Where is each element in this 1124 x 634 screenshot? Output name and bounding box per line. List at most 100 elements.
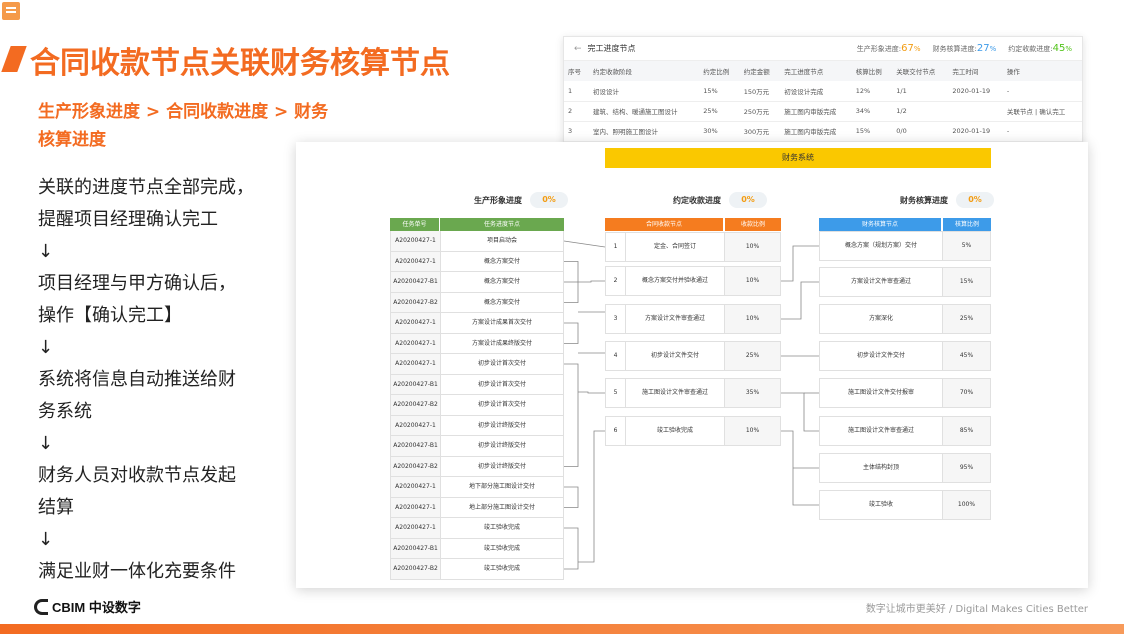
contract-node-row[interactable]: 6 竣工验收完成 10%: [605, 416, 781, 446]
contract-node: 竣工验收完成: [656, 427, 693, 434]
cell-calc: 15%: [851, 121, 893, 142]
production-node-row[interactable]: A20200427-B1 概念方案交付: [390, 272, 564, 293]
row-number: 4: [606, 342, 626, 370]
cell-date: [948, 101, 1003, 122]
finance-node-row[interactable]: 方案深化 25%: [819, 304, 991, 334]
production-node-row[interactable]: A20200427-1 地下部分施工图设计交付: [390, 477, 564, 498]
finance-node: 施工图设计文件交付报审: [847, 389, 914, 396]
task-number: A20200427-B2: [391, 456, 441, 476]
cell-stage[interactable]: 初设设计: [589, 81, 700, 102]
finance-node: 竣工验收: [868, 501, 893, 508]
finance-node: 方案设计文件审查通过: [850, 278, 911, 285]
finance-node: 概念方案（规划方案）交付: [844, 242, 917, 249]
production-node-table: 任务单号 任务进度节点 A20200427-1 项目启动会 A20200427-1 概念方…: [390, 218, 564, 580]
connector-line: [781, 281, 819, 320]
contract-node-row[interactable]: 4 初步设计文件交付 25%: [605, 341, 781, 371]
connector-line: [781, 245, 819, 282]
production-node-row[interactable]: A20200427-B1 初步设计首次交付: [390, 374, 564, 395]
finance-node-row[interactable]: 施工图设计文件审查通过 85%: [819, 416, 991, 446]
production-node-row[interactable]: A20200427-1 项目启动会: [390, 231, 564, 252]
finance-ratio: 85%: [942, 417, 990, 445]
contract-ratio: 10%: [724, 233, 780, 261]
column-header: 序号: [564, 61, 590, 81]
contract-node: 定金、合同签订: [653, 243, 696, 250]
contract-progress-badge: 0%: [729, 192, 767, 208]
finance-node-row[interactable]: 竣工验收 100%: [819, 490, 991, 520]
column-header: 收款比例: [725, 218, 781, 231]
back-arrow-icon[interactable]: ←: [574, 44, 582, 54]
production-node-row[interactable]: A20200427-B2 竣工验收完成: [390, 559, 564, 580]
finance-system-window: 财务系统 生产形象进度 0% 约定收款进度 0% 财务核算进度 0% 任务单号任…: [296, 142, 1088, 588]
task-node: 方案设计成果首次交付: [471, 319, 532, 326]
contract-progress-header: 约定收款进度 0%: [673, 192, 767, 208]
progress-label: 约定收款进度:: [1008, 45, 1053, 53]
production-node-row[interactable]: A20200427-B2 初步设计终版交付: [390, 456, 564, 477]
cell-op[interactable]: 关联节点 | 确认完工: [1002, 101, 1082, 122]
column-header: 操作: [1002, 61, 1082, 81]
contract-node-row[interactable]: 2 概念方案交付并验收通过 10%: [605, 266, 781, 296]
finance-node-row[interactable]: 主体结构封顶 95%: [819, 453, 991, 483]
production-node-row[interactable]: A20200427-B2 初步设计首次交付: [390, 395, 564, 416]
production-node-row[interactable]: A20200427-1 方案设计成果首次交付: [390, 313, 564, 334]
progress-unit: %: [913, 45, 921, 53]
flow-step: ↓: [38, 241, 54, 262]
task-node: 初步设计首次交付: [477, 380, 526, 388]
flow-steps: 关联的进度节点全部完成， 提醒项目经理确认完工 ↓ 项目经理与甲方确认后， 操作【确认完…: [38, 172, 288, 588]
task-node: 地下部分施工图设计交付: [468, 483, 535, 490]
task-node: 项目启动会: [486, 237, 517, 244]
cell-stage[interactable]: 建筑、结构、暖通施工图设计: [589, 101, 700, 122]
flow-step: 系统将信息自动推送给财: [38, 369, 236, 390]
production-node-row[interactable]: A20200427-B1 竣工验收完成: [390, 538, 564, 559]
task-node: 概念方案交付: [483, 257, 520, 265]
production-node-row[interactable]: A20200427-1 方案设计成果终版交付: [390, 333, 564, 354]
production-node-row[interactable]: A20200427-1 地上部分施工图设计交付: [390, 497, 564, 518]
progress-value: 45: [1052, 43, 1066, 54]
title-accent-mark: [1, 46, 27, 72]
finance-node-row[interactable]: 概念方案（规划方案）交付 5%: [819, 231, 991, 261]
contract-progress-label: 约定收款进度: [673, 195, 721, 205]
task-node: 概念方案交付: [483, 278, 520, 285]
production-node-row[interactable]: A20200427-1 竣工验收完成: [390, 518, 564, 539]
finance-node: 初步设计文件交付: [856, 352, 905, 359]
production-node-row[interactable]: A20200427-1 概念方案交付: [390, 251, 564, 272]
progress-value: 67: [901, 43, 914, 54]
task-number: A20200427-1: [391, 231, 441, 251]
progress-unit: %: [1065, 45, 1072, 53]
production-node-row[interactable]: A20200427-1 初步设计终版交付: [390, 415, 564, 436]
finance-node-row[interactable]: 方案设计文件审查通过 15%: [819, 267, 991, 297]
cell-no: 1: [564, 81, 590, 102]
cell-link[interactable]: 1/1: [892, 81, 949, 102]
task-node: 初步设计终版交付: [477, 421, 526, 429]
cell-stage[interactable]: 室内、照明施工图设计: [589, 121, 700, 142]
task-number: A20200427-B1: [391, 272, 441, 292]
contract-node-row[interactable]: 1 定金、合同签订 10%: [605, 232, 781, 262]
completion-title: 完工进度节点: [587, 44, 636, 53]
connector-line: [564, 363, 579, 467]
row-number: 6: [606, 417, 626, 445]
production-node-row[interactable]: A20200427-B1 初步设计终版交付: [390, 436, 564, 457]
cell-date: 2020-01-19: [948, 121, 1003, 142]
cell-link[interactable]: 0/0: [892, 121, 949, 142]
task-number: A20200427-1: [391, 477, 441, 497]
task-node: 初步设计终版交付: [477, 462, 526, 470]
finance-node-row[interactable]: 施工图设计文件交付报审 70%: [819, 378, 991, 408]
production-node-row[interactable]: A20200427-B2 概念方案交付: [390, 292, 564, 313]
finance-node-row[interactable]: 初步设计文件交付 45%: [819, 341, 991, 371]
contract-node-row[interactable]: 3 方案设计文件审查通过 10%: [605, 304, 781, 334]
contract-node-row[interactable]: 5 施工图设计文件审查通过 35%: [605, 378, 781, 408]
completion-progress-summary: 生产形象进度:67% 财务核算进度:27% 约定收款进度:45%: [857, 43, 1072, 54]
finance-node: 主体结构封顶: [862, 464, 899, 471]
cell-link[interactable]: 1/2: [892, 101, 949, 122]
cell-node: 施工图内审版完成: [780, 121, 852, 142]
completion-nodes-window: ← 完工进度节点 生产形象进度:67% 财务核算进度:27% 约定收款进度:45% …: [563, 36, 1083, 148]
contract-node: 施工图设计文件审查通过: [641, 389, 708, 396]
production-node-row[interactable]: A20200427-1 初步设计首次交付: [390, 354, 564, 375]
row-number: 5: [606, 379, 626, 407]
column-header: 完工进度节点: [780, 61, 852, 81]
task-number: A20200427-B1: [391, 538, 441, 558]
task-number: A20200427-B2: [391, 559, 441, 579]
cell-node: 施工图内审版完成: [780, 101, 852, 122]
flow-step: 操作【确认完工】: [38, 305, 182, 326]
table-row: 1 初设设计 15% 150万元 初设设计完成 12% 1/1 2020-01-19-: [564, 81, 1082, 102]
connector-line: [578, 430, 605, 563]
